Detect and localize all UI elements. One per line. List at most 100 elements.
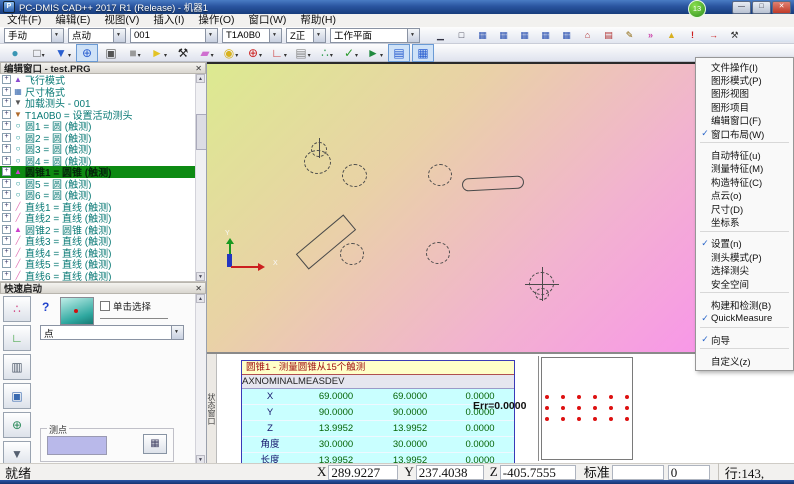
chevron-down-icon[interactable] [407, 29, 419, 42]
pan-view-icon[interactable]: ⊕ [76, 44, 98, 62]
circle-feature-icon[interactable]: ◉ [220, 44, 242, 62]
context-menu-item[interactable]: 选择测尖 [696, 263, 793, 276]
expand-icon[interactable] [2, 98, 11, 107]
menu-item[interactable]: 插入(I) [146, 14, 191, 27]
quickmeasure-sphere-icon[interactable]: ● [4, 44, 26, 62]
edit-window-header[interactable]: 编辑窗口 - test.PRG [0, 62, 206, 74]
context-menu-item[interactable]: 文件操作(I) [696, 60, 793, 73]
menu-item[interactable]: 操作(O) [191, 14, 241, 27]
window-icon[interactable] [143, 434, 167, 454]
tree-item[interactable]: 圆1 = 圆 (触测) [0, 120, 206, 132]
chevron-down-icon[interactable] [269, 29, 281, 42]
tree-item[interactable]: 直线1 = 直线 (触测) [0, 201, 206, 213]
plane-feature-icon[interactable]: ▰ [196, 44, 218, 62]
expand-icon[interactable] [2, 259, 11, 268]
tree-item[interactable]: 圆6 = 圆 (触测) [0, 189, 206, 201]
grid-edit-icon[interactable]: ✎ [620, 27, 639, 43]
tree-item[interactable]: 圆5 = 圆 (触测) [0, 178, 206, 190]
menu-item[interactable]: 编辑(E) [48, 14, 97, 27]
expand-icon[interactable] [2, 271, 11, 280]
chevron-down-icon[interactable] [113, 29, 125, 42]
menu-item[interactable]: 窗口(W) [242, 14, 294, 27]
menu-item[interactable]: 视图(V) [97, 14, 146, 27]
close-button[interactable] [772, 1, 791, 14]
tree-item[interactable]: T1A0B0 = 设置活动测头 [0, 109, 206, 121]
hammer-tools-icon[interactable]: ⚒ [172, 44, 194, 62]
context-menu-item[interactable]: 点云(o) [696, 189, 793, 202]
report-template-icon[interactable]: ▤ [599, 27, 618, 43]
quick-start-header[interactable]: 快速启动 [0, 282, 206, 294]
context-menu-item[interactable]: 坐标系 [696, 215, 793, 228]
color-swatch[interactable] [47, 436, 107, 455]
context-menu-item[interactable]: 向导 [696, 333, 793, 346]
expand-icon[interactable] [2, 213, 11, 222]
help-icon[interactable]: ? [42, 300, 49, 314]
tree-item[interactable]: 圆锥2 = 圆锥 (触测) [0, 224, 206, 236]
feature-type-combo[interactable]: 点 [40, 325, 184, 340]
tree-item[interactable]: 圆4 = 圆 (触测) [0, 155, 206, 167]
expand-icon[interactable] [2, 133, 11, 142]
export-excel-icon[interactable]: → [704, 27, 723, 43]
tree-item[interactable]: 加载测头 - 001 [0, 97, 206, 109]
customize-tools-icon[interactable]: ⚒ [725, 27, 744, 43]
context-menu-item[interactable]: 测量特征(M) [696, 162, 793, 175]
toolbar-combo[interactable]: 点动 [68, 28, 126, 43]
wireframe-box-icon[interactable]: ■ [124, 44, 146, 62]
close-icon[interactable] [195, 284, 202, 293]
chevron-down-icon[interactable] [205, 29, 217, 42]
window-restore-icon[interactable]: ▁ [431, 27, 450, 43]
context-menu-item[interactable]: 设置(n) [696, 237, 793, 250]
view-cube-icon[interactable]: □ [28, 44, 50, 62]
menu-item[interactable]: 帮助(H) [293, 14, 343, 27]
tree-item[interactable]: 尺寸格式 [0, 86, 206, 98]
context-menu-item[interactable]: 安全空间 [696, 277, 793, 290]
toolbar-combo[interactable]: 工作平面 [330, 28, 420, 43]
expand-icon[interactable] [2, 144, 11, 153]
goto-arrow-icon[interactable]: ► [148, 44, 170, 62]
expand-icon[interactable] [2, 179, 11, 188]
toolbar-combo[interactable]: T1A0B0 [222, 28, 282, 43]
target-icon[interactable]: ⊕ [3, 412, 31, 438]
title-bar[interactable]: P PC-DMIS CAD++ 2017 R1 (Release) - 机器1 … [0, 0, 794, 14]
operator-mode-icon[interactable]: ▲ [662, 27, 681, 43]
scrollbar-thumb[interactable] [196, 114, 206, 150]
context-menu-item[interactable]: 尺寸(D) [696, 202, 793, 215]
dimension-icon[interactable]: ▣ [3, 383, 31, 409]
tree-item[interactable]: 直线3 = 直线 (触测) [0, 235, 206, 247]
context-menu-item[interactable] [700, 142, 789, 146]
status-window-caption[interactable]: 状态窗口 [207, 354, 217, 463]
tree-item[interactable]: 飞行模式 [0, 74, 206, 86]
copy-pages-icon[interactable]: ▤ [292, 44, 314, 62]
expand-icon[interactable] [2, 225, 11, 234]
expand-icon[interactable] [2, 110, 11, 119]
context-menu-item[interactable]: QuickMeasure [696, 312, 793, 325]
context-menu-item[interactable]: 编辑窗口(F) [696, 114, 793, 127]
check-mark-icon[interactable]: ✓ [340, 44, 362, 62]
expand-icon[interactable] [2, 75, 11, 84]
status-window-layout-icon[interactable]: ▦ [557, 27, 576, 43]
context-menu-item[interactable]: 图形模式(P) [696, 73, 793, 86]
context-menu-item[interactable] [700, 292, 789, 296]
context-menu-item[interactable] [700, 327, 789, 331]
menu-item[interactable]: 文件(F) [0, 14, 48, 27]
comment-icon[interactable]: ▣ [100, 44, 122, 62]
edit-window-layout-icon[interactable]: ▦ [515, 27, 534, 43]
cascade-windows-icon[interactable]: ▦ [473, 27, 492, 43]
chevron-down-icon[interactable] [51, 29, 63, 42]
expand-icon[interactable] [2, 167, 11, 176]
tree-item[interactable]: 直线4 = 直线 (触测) [0, 247, 206, 259]
point-cloud-icon[interactable]: ∴ [316, 44, 338, 62]
window-blank-icon[interactable]: □ [452, 27, 471, 43]
alert-icon[interactable]: ! [683, 27, 702, 43]
probe-icon[interactable]: ▼ [3, 441, 31, 464]
path-arrows-icon[interactable]: » [641, 27, 660, 43]
expand-icon[interactable] [2, 190, 11, 199]
tree-item[interactable]: 圆2 = 圆 (触测) [0, 132, 206, 144]
tree-item[interactable]: 直线6 = 直线 (触测) [0, 270, 206, 282]
expand-icon[interactable] [2, 236, 11, 245]
toolbar-combo[interactable]: 手动 [4, 28, 64, 43]
auto-feature-icon[interactable]: ∴ [3, 296, 31, 322]
maximize-button[interactable] [752, 1, 771, 14]
tree-item[interactable]: 直线5 = 直线 (触测) [0, 258, 206, 270]
context-menu-item[interactable]: 构造特征(C) [696, 175, 793, 188]
